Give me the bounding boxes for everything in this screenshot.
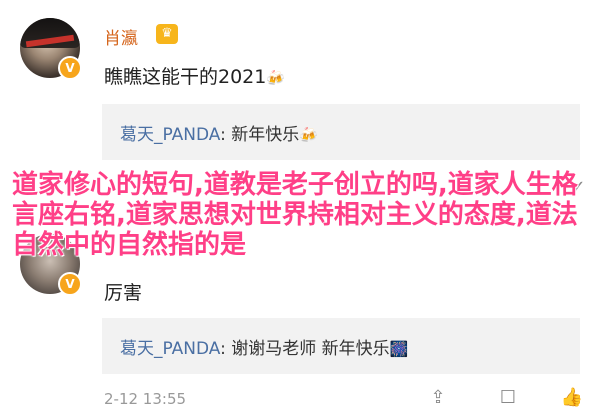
thumbs-up-icon[interactable]: 👍 bbox=[560, 386, 584, 410]
comment-icon[interactable]: ☐ bbox=[496, 386, 520, 410]
comment-item: V 肖瀛 ♛ 瞧瞧这能干的2021🍻 葛天_PANDA: 新年快乐🍻 bbox=[0, 0, 600, 170]
comment-text-content: 瞧瞧这能干的2021 bbox=[104, 66, 267, 88]
comment-text: 厉害 bbox=[104, 282, 143, 304]
reply-text: 葛天_PANDA: 新年快乐🍻 bbox=[120, 120, 318, 145]
reply-username[interactable]: 葛天_PANDA bbox=[120, 339, 220, 359]
v-badge-icon: V bbox=[58, 56, 82, 80]
reply-content: 新年快乐 bbox=[231, 125, 300, 145]
reply-content: 谢谢马老师 新年快乐 bbox=[231, 339, 390, 359]
crown-icon: ♛ bbox=[156, 24, 178, 44]
avatar[interactable]: V bbox=[20, 18, 82, 80]
comment-text: 瞧瞧这能干的2021🍻 bbox=[104, 62, 285, 89]
reply-username[interactable]: 葛天_PANDA bbox=[120, 125, 220, 145]
v-badge-icon: V bbox=[58, 272, 82, 296]
beer-mug-icon: 🍻 bbox=[299, 126, 318, 144]
sparkle-icon: 🎆 bbox=[389, 340, 409, 358]
comment-timestamp: 2-12 13:55 bbox=[104, 390, 187, 408]
overlay-caption: 道家修心的短句,道教是老子创立的吗,道家人生格言座右铭,道家思想对世界持相对主义… bbox=[12, 170, 578, 260]
reply-box[interactable]: 葛天_PANDA: 谢谢马老师 新年快乐🎆 bbox=[102, 318, 580, 374]
reply-separator: : bbox=[220, 339, 232, 359]
reply-box[interactable]: 葛天_PANDA: 新年快乐🍻 bbox=[102, 104, 580, 160]
share-icon[interactable]: ⇪ bbox=[426, 386, 450, 410]
reply-separator: : bbox=[220, 125, 232, 145]
comment-username[interactable]: 肖瀛 bbox=[104, 24, 138, 49]
beer-mug-icon: 🍻 bbox=[266, 69, 286, 87]
reply-text: 葛天_PANDA: 谢谢马老师 新年快乐🎆 bbox=[120, 334, 408, 359]
